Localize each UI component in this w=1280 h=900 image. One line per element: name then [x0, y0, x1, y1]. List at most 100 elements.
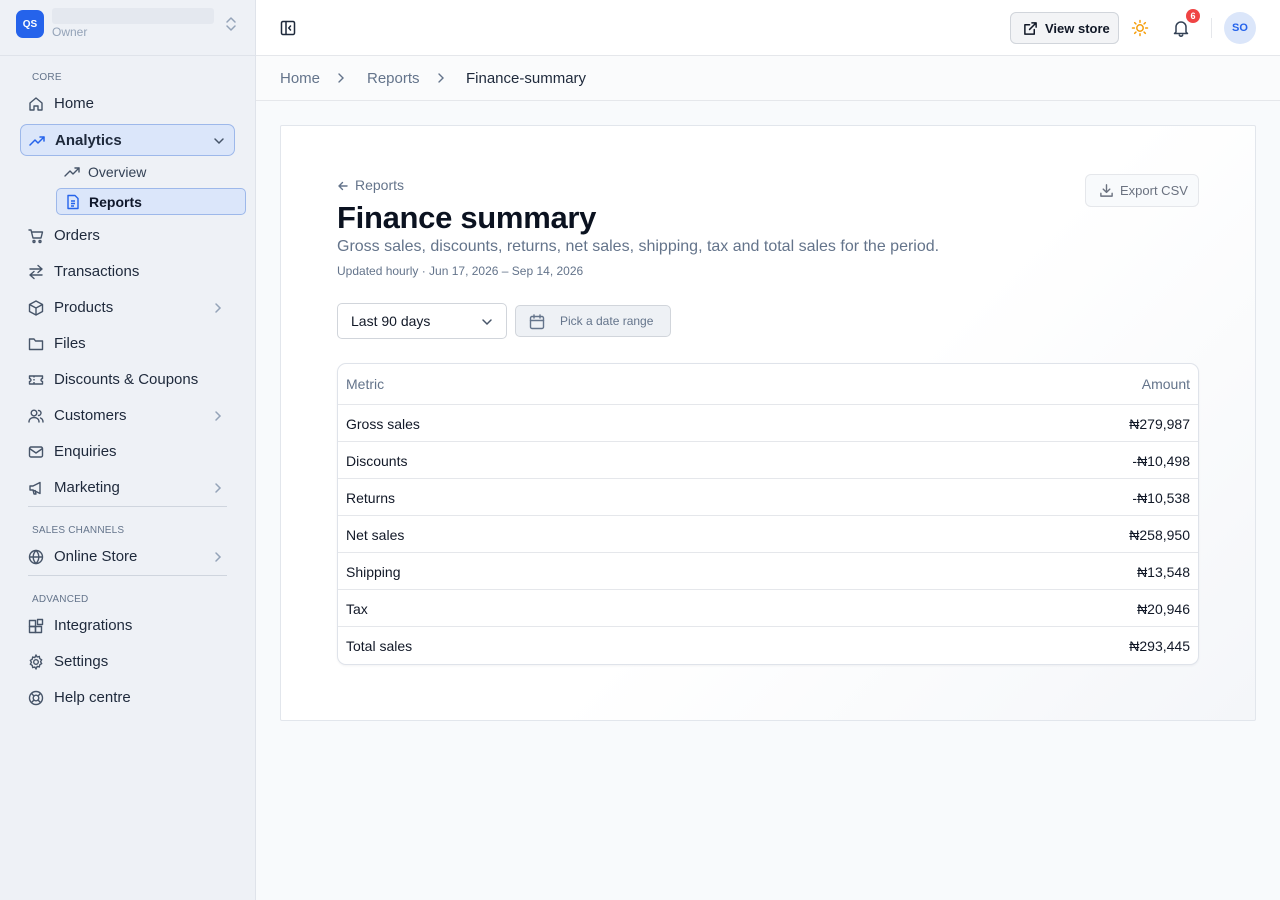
sidebar-item-label: Online Store [54, 548, 138, 565]
topbar-divider [1211, 18, 1212, 38]
page-subtitle: Gross sales, discounts, returns, net sal… [337, 238, 940, 255]
sidebar-item-label: Transactions [54, 263, 140, 280]
table-header: Metric Amount [338, 364, 1198, 405]
sidebar-item-label: Orders [54, 227, 100, 244]
page-title: Finance summary [337, 200, 597, 235]
sidebar-item-analytics[interactable]: Analytics [20, 124, 235, 156]
column-header-amount[interactable]: Amount [1142, 376, 1190, 392]
sidebar-item-help[interactable]: Help centre [20, 682, 235, 714]
sidebar-item-products[interactable]: Products [20, 292, 235, 324]
breadcrumb-current: Finance-summary [466, 70, 587, 87]
date-range-placeholder: Pick a date range [560, 314, 654, 328]
section-label-advanced: ADVANCED [32, 594, 89, 605]
export-csv-button[interactable]: Export CSV [1085, 174, 1199, 207]
sidebar-item-online-store[interactable]: Online Store [20, 541, 235, 573]
period-select[interactable]: Last 90 days [337, 303, 507, 339]
sidebar-item-label: Overview [88, 164, 147, 180]
store-logo: QS [16, 10, 44, 38]
sidebar-item-marketing[interactable]: Marketing [20, 472, 235, 504]
table-row: Total sales ₦293,445 [338, 627, 1198, 664]
folder-icon [28, 336, 44, 352]
arrow-left-icon [338, 181, 348, 191]
period-select-value: Last 90 days [351, 313, 431, 329]
metric-cell: Shipping [346, 564, 401, 580]
package-icon [28, 300, 44, 316]
sun-icon[interactable] [1131, 19, 1149, 37]
avatar[interactable]: SO [1224, 12, 1256, 44]
export-csv-label: Export CSV [1120, 183, 1188, 198]
shopping-cart-icon [28, 228, 44, 244]
breadcrumb-reports[interactable]: Reports [367, 70, 420, 87]
calendar-icon [529, 314, 545, 330]
topbar: View store 6 SO [256, 0, 1280, 56]
sidebar-toggle-icon[interactable] [280, 20, 296, 36]
sidebar-item-label: Integrations [54, 617, 133, 634]
amount-cell: ₦13,548 [1137, 564, 1190, 580]
breadcrumb-home[interactable]: Home [280, 70, 320, 87]
sidebar-item-transactions[interactable]: Transactions [20, 256, 235, 288]
finance-table: Metric Amount Gross sales ₦279,987 Disco… [337, 363, 1199, 665]
store-switcher[interactable]: QS Owner [0, 0, 255, 56]
sidebar-divider [28, 506, 227, 507]
sidebar-item-label: Files [54, 335, 86, 352]
metric-cell: Discounts [346, 453, 408, 469]
date-range-picker[interactable]: Pick a date range [515, 305, 671, 337]
sidebar-subitem-overview[interactable]: Overview [56, 159, 246, 186]
back-link-label: Reports [355, 177, 405, 193]
megaphone-icon [28, 480, 44, 496]
report-period: Updated hourly · Jun 17, 2026 – Sep 14, … [337, 264, 584, 278]
column-header-metric[interactable]: Metric [346, 376, 384, 392]
sidebar-item-label: Marketing [54, 479, 120, 496]
amount-cell: ₦258,950 [1129, 527, 1190, 543]
view-store-button[interactable]: View store [1010, 12, 1119, 44]
view-store-label: View store [1045, 21, 1110, 36]
metric-cell: Gross sales [346, 416, 420, 432]
sidebar-item-home[interactable]: Home [20, 88, 235, 120]
breadcrumb: Home Reports Finance-summary [256, 56, 1280, 101]
table-row: Returns -₦10,538 [338, 479, 1198, 516]
arrows-left-right-icon [28, 264, 44, 280]
sidebar-item-discounts[interactable]: Discounts & Coupons [20, 364, 235, 396]
amount-cell: -₦10,538 [1132, 490, 1190, 506]
sidebar-item-files[interactable]: Files [20, 328, 235, 360]
chevron-right-icon [336, 73, 346, 83]
metric-cell: Returns [346, 490, 396, 506]
notification-count-badge: 6 [1186, 9, 1200, 23]
chevron-right-icon [212, 551, 224, 563]
sidebar-item-label: Reports [89, 194, 142, 210]
sidebar-item-orders[interactable]: Orders [20, 220, 235, 252]
section-label-core: CORE [32, 72, 62, 83]
ticket-icon [28, 372, 44, 388]
sidebar-item-enquiries[interactable]: Enquiries [20, 436, 235, 468]
chevron-down-icon [213, 135, 225, 147]
table-row: Net sales ₦258,950 [338, 516, 1198, 553]
amount-cell: ₦293,445 [1129, 638, 1190, 654]
sidebar-divider [28, 575, 227, 576]
sidebar-item-label: Customers [54, 407, 127, 424]
globe-icon [28, 549, 44, 565]
blocks-icon [28, 618, 44, 634]
report-card: Reports Export CSV Finance summary Gross… [280, 125, 1256, 721]
table-row: Discounts -₦10,498 [338, 442, 1198, 479]
chevron-right-icon [436, 73, 446, 83]
sidebar-item-label: Enquiries [54, 443, 117, 460]
bell-icon[interactable] [1172, 19, 1190, 37]
metric-cell: Net sales [346, 527, 405, 543]
sidebar-item-label: Products [54, 299, 114, 316]
external-link-icon [1024, 22, 1037, 35]
table-row: Tax ₦20,946 [338, 590, 1198, 627]
metric-cell: Total sales [346, 638, 413, 654]
lifebuoy-icon [28, 690, 44, 706]
sidebar-item-customers[interactable]: Customers [20, 400, 235, 432]
sidebar-item-settings[interactable]: Settings [20, 646, 235, 678]
trending-up-icon [64, 164, 80, 180]
mail-icon [28, 444, 44, 460]
sidebar-item-label: Analytics [55, 132, 122, 149]
sidebar-item-label: Help centre [54, 689, 131, 706]
amount-cell: ₦20,946 [1137, 601, 1190, 617]
sidebar-item-label: Settings [54, 653, 109, 670]
sidebar-subitem-reports[interactable]: Reports [56, 188, 246, 215]
table-row: Shipping ₦13,548 [338, 553, 1198, 590]
sidebar-item-integrations[interactable]: Integrations [20, 610, 235, 642]
file-text-icon [65, 194, 81, 210]
